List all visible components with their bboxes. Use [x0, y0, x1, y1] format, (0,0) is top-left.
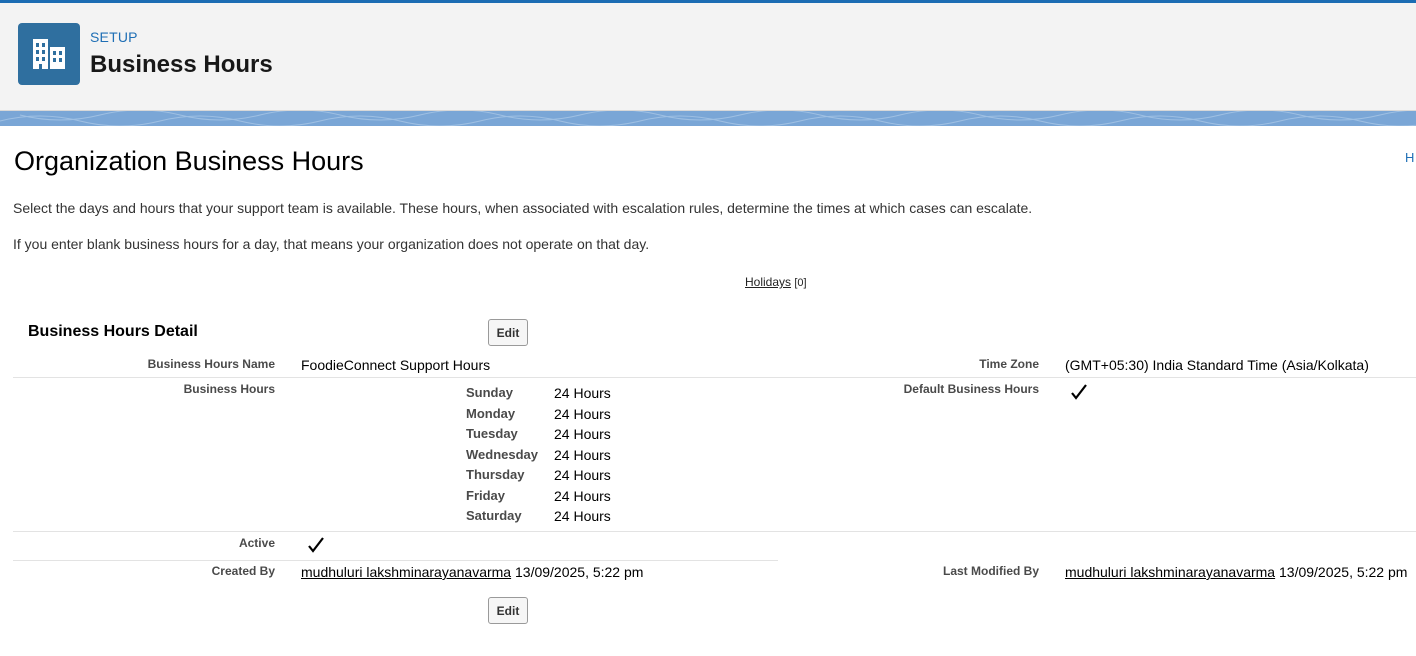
day-label: Wednesday — [466, 447, 539, 462]
day-hours: 24 Hours — [554, 467, 611, 483]
day-hours: 24 Hours — [554, 488, 611, 504]
time-zone-value: (GMT+05:30) India Standard Time (Asia/Ko… — [1065, 357, 1369, 373]
intro-text: Select the days and hours that your supp… — [13, 200, 1033, 216]
edit-button-top[interactable]: Edit — [488, 319, 528, 346]
default-checkmark-icon — [1071, 384, 1087, 400]
created-by-label: Created By — [211, 564, 275, 578]
business-hours-label: Business Hours — [183, 382, 275, 396]
day-label: Saturday — [466, 508, 522, 523]
building-icon — [18, 23, 80, 85]
time-zone-label: Time Zone — [979, 357, 1039, 371]
day-hours: 24 Hours — [554, 447, 611, 463]
day-hours: 24 Hours — [554, 385, 611, 401]
page-title: Business Hours — [90, 51, 273, 78]
day-label: Thursday — [466, 467, 525, 482]
holidays-related-link: Holidays [0] — [745, 275, 807, 289]
section-heading: Organization Business Hours — [14, 146, 364, 176]
page-header: SETUP Business Hours — [0, 3, 1416, 111]
day-hours: 24 Hours — [554, 508, 611, 524]
breadcrumb-setup[interactable]: SETUP — [90, 29, 138, 45]
day-label: Sunday — [466, 385, 513, 400]
modified-date: 13/09/2025, 5:22 pm — [1279, 564, 1408, 580]
last-modified-by-value: mudhuluri lakshminarayanavarma 13/09/202… — [1065, 564, 1407, 580]
day-label: Friday — [466, 488, 506, 503]
created-by-value: mudhuluri lakshminarayanavarma 13/09/202… — [301, 564, 643, 580]
active-label: Active — [238, 536, 275, 550]
help-link[interactable]: H — [1405, 150, 1414, 165]
last-modified-by-label: Last Modified By — [942, 564, 1039, 578]
default-business-hours-label: Default Business Hours — [903, 382, 1039, 396]
day-label: Tuesday — [466, 426, 518, 441]
holidays-link[interactable]: Holidays — [745, 275, 791, 289]
day-label: Monday — [466, 406, 516, 421]
business-hours-name-value: FoodieConnect Support Hours — [301, 357, 491, 373]
created-date: 13/09/2025, 5:22 pm — [515, 564, 644, 580]
decorative-band — [0, 111, 1416, 126]
holidays-count: [0] — [794, 277, 807, 289]
day-hours: 24 Hours — [554, 406, 611, 422]
row-divider — [13, 560, 778, 561]
modified-by-user-link[interactable]: mudhuluri lakshminarayanavarma — [1065, 564, 1275, 580]
business-hours-name-label: Business Hours Name — [147, 357, 275, 371]
active-checkmark-icon — [308, 537, 324, 553]
row-divider — [13, 377, 1416, 378]
day-hours: 24 Hours — [554, 426, 611, 442]
created-by-user-link[interactable]: mudhuluri lakshminarayanavarma — [301, 564, 511, 580]
detail-section-title: Business Hours Detail — [28, 323, 198, 340]
edit-button-bottom[interactable]: Edit — [488, 597, 528, 624]
row-divider — [13, 531, 1416, 532]
intro-note: If you enter blank business hours for a … — [13, 236, 650, 252]
